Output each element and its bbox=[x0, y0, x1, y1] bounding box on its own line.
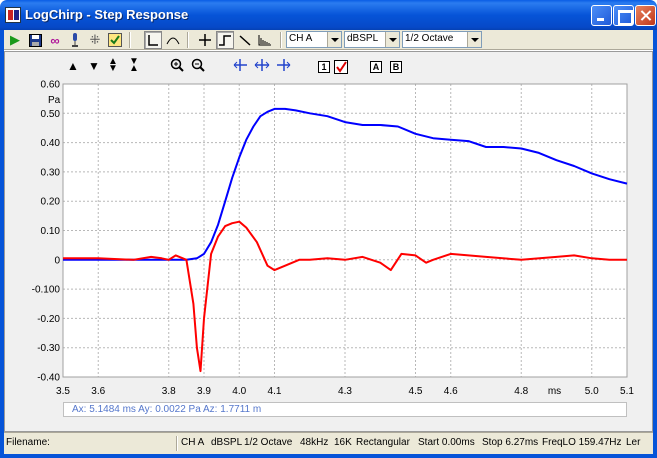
status-filename: Filename: bbox=[6, 437, 50, 448]
status-units: dBSPL bbox=[211, 437, 243, 448]
y-tick-label: 0.10 bbox=[41, 226, 61, 237]
x-tick-label: 3.5 bbox=[56, 386, 70, 397]
status-smoothing: 1/2 Octave bbox=[244, 437, 293, 448]
step-response-chart[interactable]: 0.60 0.50 0.40 0.30 0.20 0.10 0 -0.100 -0.20 -0.3… bbox=[0, 0, 657, 458]
y-tick-label: -0.30 bbox=[37, 343, 60, 354]
x-tick-label: 4.0 bbox=[232, 386, 246, 397]
y-tick-label: 0.20 bbox=[41, 197, 61, 208]
y-axis-label: Pa bbox=[48, 95, 61, 106]
x-tick-label: 5.1 bbox=[620, 386, 634, 397]
x-tick-label: 3.6 bbox=[91, 386, 105, 397]
status-start: Start 0.00ms bbox=[418, 437, 475, 448]
status-bar: Filename: CH A dBSPL 1/2 Octave 48kHz 16… bbox=[4, 432, 653, 454]
window-frame-bottom bbox=[0, 454, 657, 458]
y-tick-label: 0.40 bbox=[41, 138, 61, 149]
status-freqlo: FreqLO 159.47Hz bbox=[542, 437, 622, 448]
y-tick-label: -0.20 bbox=[37, 314, 60, 325]
y-tick-label: 0.50 bbox=[41, 109, 61, 120]
status-size: 16K bbox=[334, 437, 352, 448]
x-tick-label: 3.9 bbox=[197, 386, 211, 397]
x-tick-label: 4.8 bbox=[514, 386, 528, 397]
y-tick-label: 0 bbox=[54, 255, 60, 266]
x-tick-label: 5.0 bbox=[585, 386, 599, 397]
cursor-readout: Ax: 5.1484 ms Ay: 0.0022 Pa Az: 1.7711 m bbox=[63, 402, 627, 417]
y-tick-label: -0.40 bbox=[37, 373, 60, 384]
x-tick-label: 4.5 bbox=[409, 386, 423, 397]
status-trailing: Ler bbox=[626, 437, 641, 448]
y-tick-label: 0.60 bbox=[41, 80, 61, 91]
x-tick-label: 4.6 bbox=[444, 386, 458, 397]
x-tick-label: 3.8 bbox=[162, 386, 176, 397]
x-tick-label: 4.3 bbox=[338, 386, 352, 397]
status-rate: 48kHz bbox=[300, 437, 329, 448]
y-tick-label: 0.30 bbox=[41, 167, 61, 178]
x-axis-label: ms bbox=[548, 386, 561, 397]
status-channel: CH A bbox=[181, 437, 205, 448]
status-window: Rectangular bbox=[356, 437, 410, 448]
status-stop: Stop 6.27ms bbox=[482, 437, 539, 448]
x-tick-label: 4.1 bbox=[268, 386, 282, 397]
y-tick-label: -0.100 bbox=[32, 285, 61, 296]
